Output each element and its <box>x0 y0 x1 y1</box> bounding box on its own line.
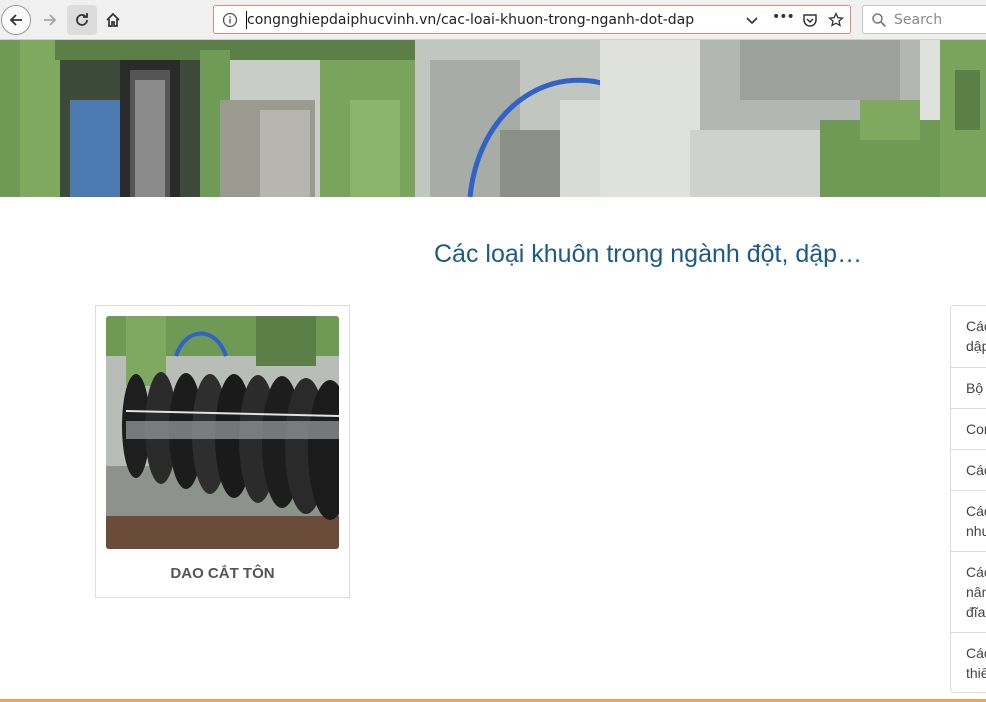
hero-banner-image <box>0 40 986 197</box>
product-image[interactable] <box>106 316 339 549</box>
chevron-down-icon[interactable] <box>744 12 760 33</box>
sidebar-item[interactable]: Các <box>951 450 986 491</box>
sidebar-item[interactable]: Cor <box>951 409 986 450</box>
sidebar-item[interactable]: Các như <box>951 491 986 552</box>
sidebar-item[interactable]: Bộ <box>951 368 986 409</box>
sidebar-item[interactable]: Các thiế <box>951 633 986 692</box>
page-title: Các loại khuôn trong ngành đột, dập… <box>434 240 863 268</box>
home-icon <box>106 12 120 27</box>
reload-button[interactable] <box>67 5 97 35</box>
site-info-icon[interactable] <box>222 12 238 33</box>
search-icon <box>871 12 887 33</box>
browser-toolbar: congnghiepdaiphucvinh.vn/cac-loai-khuon-… <box>0 0 986 40</box>
page-actions-menu-icon[interactable]: ••• <box>772 9 795 25</box>
pocket-icon[interactable] <box>802 12 818 33</box>
back-arrow-icon <box>9 14 22 26</box>
sidebar-item[interactable]: Các dập <box>951 306 986 368</box>
url-bar[interactable]: congnghiepdaiphucvinh.vn/cac-loai-khuon-… <box>213 5 851 34</box>
home-button[interactable] <box>98 5 128 35</box>
search-placeholder: Search <box>894 12 943 28</box>
sidebar-item[interactable]: Các nân đĩa <box>951 552 986 633</box>
sidebar-menu: Các dập Bộ Cor Các Các như Các nân đĩa C… <box>950 305 986 693</box>
reload-icon <box>76 13 88 26</box>
forward-button[interactable] <box>35 5 65 35</box>
forward-arrow-icon <box>44 14 57 26</box>
bookmark-star-icon[interactable] <box>828 11 844 33</box>
back-button[interactable] <box>1 5 31 35</box>
search-bar[interactable]: Search <box>862 5 986 34</box>
product-card[interactable]: DAO CẮT TÔN <box>95 305 350 598</box>
url-text[interactable]: congnghiepdaiphucvinh.vn/cac-loai-khuon-… <box>247 12 694 28</box>
product-name[interactable]: DAO CẮT TÔN <box>96 565 349 582</box>
